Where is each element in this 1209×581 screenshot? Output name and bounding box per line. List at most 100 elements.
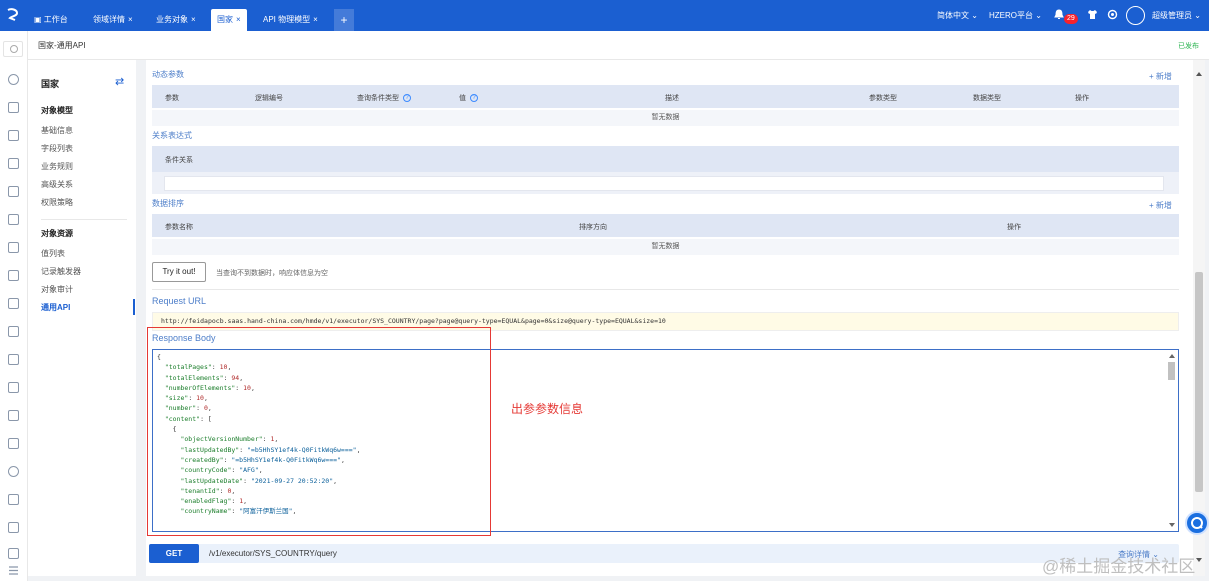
menu-icon[interactable] (8, 186, 19, 197)
menu-icon[interactable] (8, 130, 19, 141)
column-header: 逻辑编号 (255, 95, 283, 102)
menu-icon[interactable] (8, 410, 19, 421)
api-endpoint-row[interactable]: GET /v1/executor/SYS_COUNTRY/query 查询详情 … (149, 544, 1179, 563)
bell-icon[interactable] (1054, 9, 1064, 23)
column-header: 参数 (165, 95, 179, 102)
menu-item-object-audit[interactable]: 对象审计 (41, 284, 73, 295)
divider (41, 219, 127, 220)
menu-icon[interactable] (8, 242, 19, 253)
sort-title: 数据排序 (152, 199, 184, 208)
help-icon[interactable]: ? (403, 94, 411, 103)
target-icon[interactable] (1107, 9, 1118, 23)
relation-title: 关系表达式 (152, 131, 192, 140)
app-logo-icon[interactable] (6, 7, 20, 21)
dynamic-params-title: 动态参数 (152, 70, 184, 79)
platform-select[interactable]: HZERO平台 ⌄ (989, 9, 1042, 23)
column-header: 操作 (1075, 95, 1089, 102)
help-icon[interactable]: ? (470, 94, 478, 103)
column-header: 值? (459, 93, 478, 103)
menu-icon[interactable] (8, 102, 19, 113)
column-header: 条件关系 (165, 157, 193, 164)
menu-icon[interactable] (8, 270, 19, 281)
menu-item-business-rules[interactable]: 业务规则 (41, 161, 73, 172)
divider (152, 289, 1179, 290)
menu-icon[interactable] (8, 466, 19, 477)
main-panel: 动态参数 + 新增 参数 逻辑编号 查询条件类型? 值? 描述 参数类型 数据类… (146, 60, 1193, 576)
breadcrumb-bar: 国家-通用API 已发布 (28, 31, 1209, 60)
close-icon[interactable]: × (128, 15, 133, 24)
menu-icon[interactable] (8, 382, 19, 393)
notification-badge: 29 (1064, 14, 1078, 24)
object-menu: 国家 ⇄ 对象模型 基础信息 字段列表 业务规则 高级关系 权限策略 对象资源 … (28, 60, 136, 576)
menu-icon[interactable] (8, 74, 19, 85)
menu-icon[interactable] (8, 522, 19, 533)
menu-item-general-api[interactable]: 通用API (41, 302, 70, 313)
top-bar: ▣ 工作台 领域详情 × 业务对象 × 国家 × API 物理模型 × + 简体中文 ⌄… (0, 0, 1209, 31)
icon-strip (0, 31, 28, 581)
section-object-model: 对象模型 (41, 106, 73, 115)
menu-item-basic-info[interactable]: 基础信息 (41, 125, 73, 136)
column-header: 数据类型 (973, 95, 1001, 102)
sort-header: 参数名称 排序方向 操作 (152, 214, 1179, 237)
column-header: 描述 (665, 95, 679, 102)
menu-item-record-trigger[interactable]: 记录触发器 (41, 266, 81, 277)
collapse-icon[interactable] (8, 566, 19, 577)
menu-icon[interactable] (8, 326, 19, 337)
column-header: 查询条件类型? (357, 93, 411, 103)
tab-api-physical-model[interactable]: API 物理模型 × (257, 9, 324, 31)
tab-country[interactable]: 国家 × (211, 9, 247, 31)
close-icon[interactable]: × (313, 15, 318, 24)
menu-icon[interactable] (8, 494, 19, 505)
section-object-resources: 对象资源 (41, 229, 73, 238)
menu-item-permission-policy[interactable]: 权限策略 (41, 197, 73, 208)
empty-row: 暂无数据 (152, 110, 1179, 126)
menu-icon[interactable] (8, 438, 19, 449)
menu-icon[interactable] (8, 354, 19, 365)
column-header: 参数名称 (165, 224, 193, 231)
menu-icon[interactable] (8, 214, 19, 225)
swap-icon[interactable]: ⇄ (115, 75, 124, 88)
user-menu[interactable]: 超级管理员 ⌄ (1152, 9, 1201, 23)
search-icon[interactable] (3, 41, 23, 57)
try-note: 当查询不到数据时，响应体信息为空 (216, 270, 328, 277)
dynamic-params-header: 参数 逻辑编号 查询条件类型? 值? 描述 参数类型 数据类型 操作 (152, 85, 1179, 108)
add-tab-button[interactable]: + (334, 9, 354, 31)
object-title: 国家 (41, 79, 60, 89)
workbench-icon: ▣ (34, 15, 44, 24)
http-method-badge: GET (149, 544, 199, 563)
menu-item-advanced-relations[interactable]: 高级关系 (41, 179, 73, 190)
response-scroll-thumb[interactable] (1168, 362, 1175, 380)
column-header: 排序方向 (579, 224, 607, 231)
empty-row: 暂无数据 (152, 239, 1179, 255)
page-scroll-thumb[interactable] (1195, 272, 1203, 492)
language-select[interactable]: 简体中文 ⌄ (937, 9, 978, 23)
endpoint-path: /v1/executor/SYS_COUNTRY/query (209, 549, 337, 558)
chat-help-icon[interactable] (1185, 511, 1209, 535)
breadcrumb: 国家-通用API (38, 41, 86, 50)
column-header: 操作 (1007, 224, 1021, 231)
tab-domain-detail[interactable]: 领域详情 × (87, 9, 139, 31)
add-sort-button[interactable]: + 新增 (1149, 200, 1172, 211)
close-icon[interactable]: × (191, 15, 196, 24)
close-icon[interactable]: × (236, 15, 241, 24)
shirt-icon[interactable] (1087, 9, 1098, 23)
tab-business-object[interactable]: 业务对象 × (150, 9, 202, 31)
avatar[interactable] (1126, 6, 1145, 25)
relation-header: 条件关系 (152, 146, 1179, 172)
menu-item-value-list[interactable]: 值列表 (41, 248, 65, 259)
annotation-highlight-box (147, 327, 491, 536)
menu-icon[interactable] (8, 548, 19, 559)
menu-icon[interactable] (8, 298, 19, 309)
try-it-button[interactable]: Try it out! (152, 262, 206, 282)
column-header: 参数类型 (869, 95, 897, 102)
condition-input[interactable] (164, 176, 1164, 191)
request-url-label: Request URL (152, 296, 207, 306)
menu-icon[interactable] (8, 158, 19, 169)
watermark: @稀土掘金技术社区 (1042, 557, 1196, 576)
add-param-button[interactable]: + 新增 (1149, 71, 1172, 82)
annotation-label: 出参参数信息 (511, 402, 584, 416)
active-indicator (133, 299, 135, 315)
tab-workbench[interactable]: ▣ 工作台 (28, 9, 74, 31)
menu-item-field-list[interactable]: 字段列表 (41, 143, 73, 154)
status-badge: 已发布 (1178, 43, 1199, 50)
